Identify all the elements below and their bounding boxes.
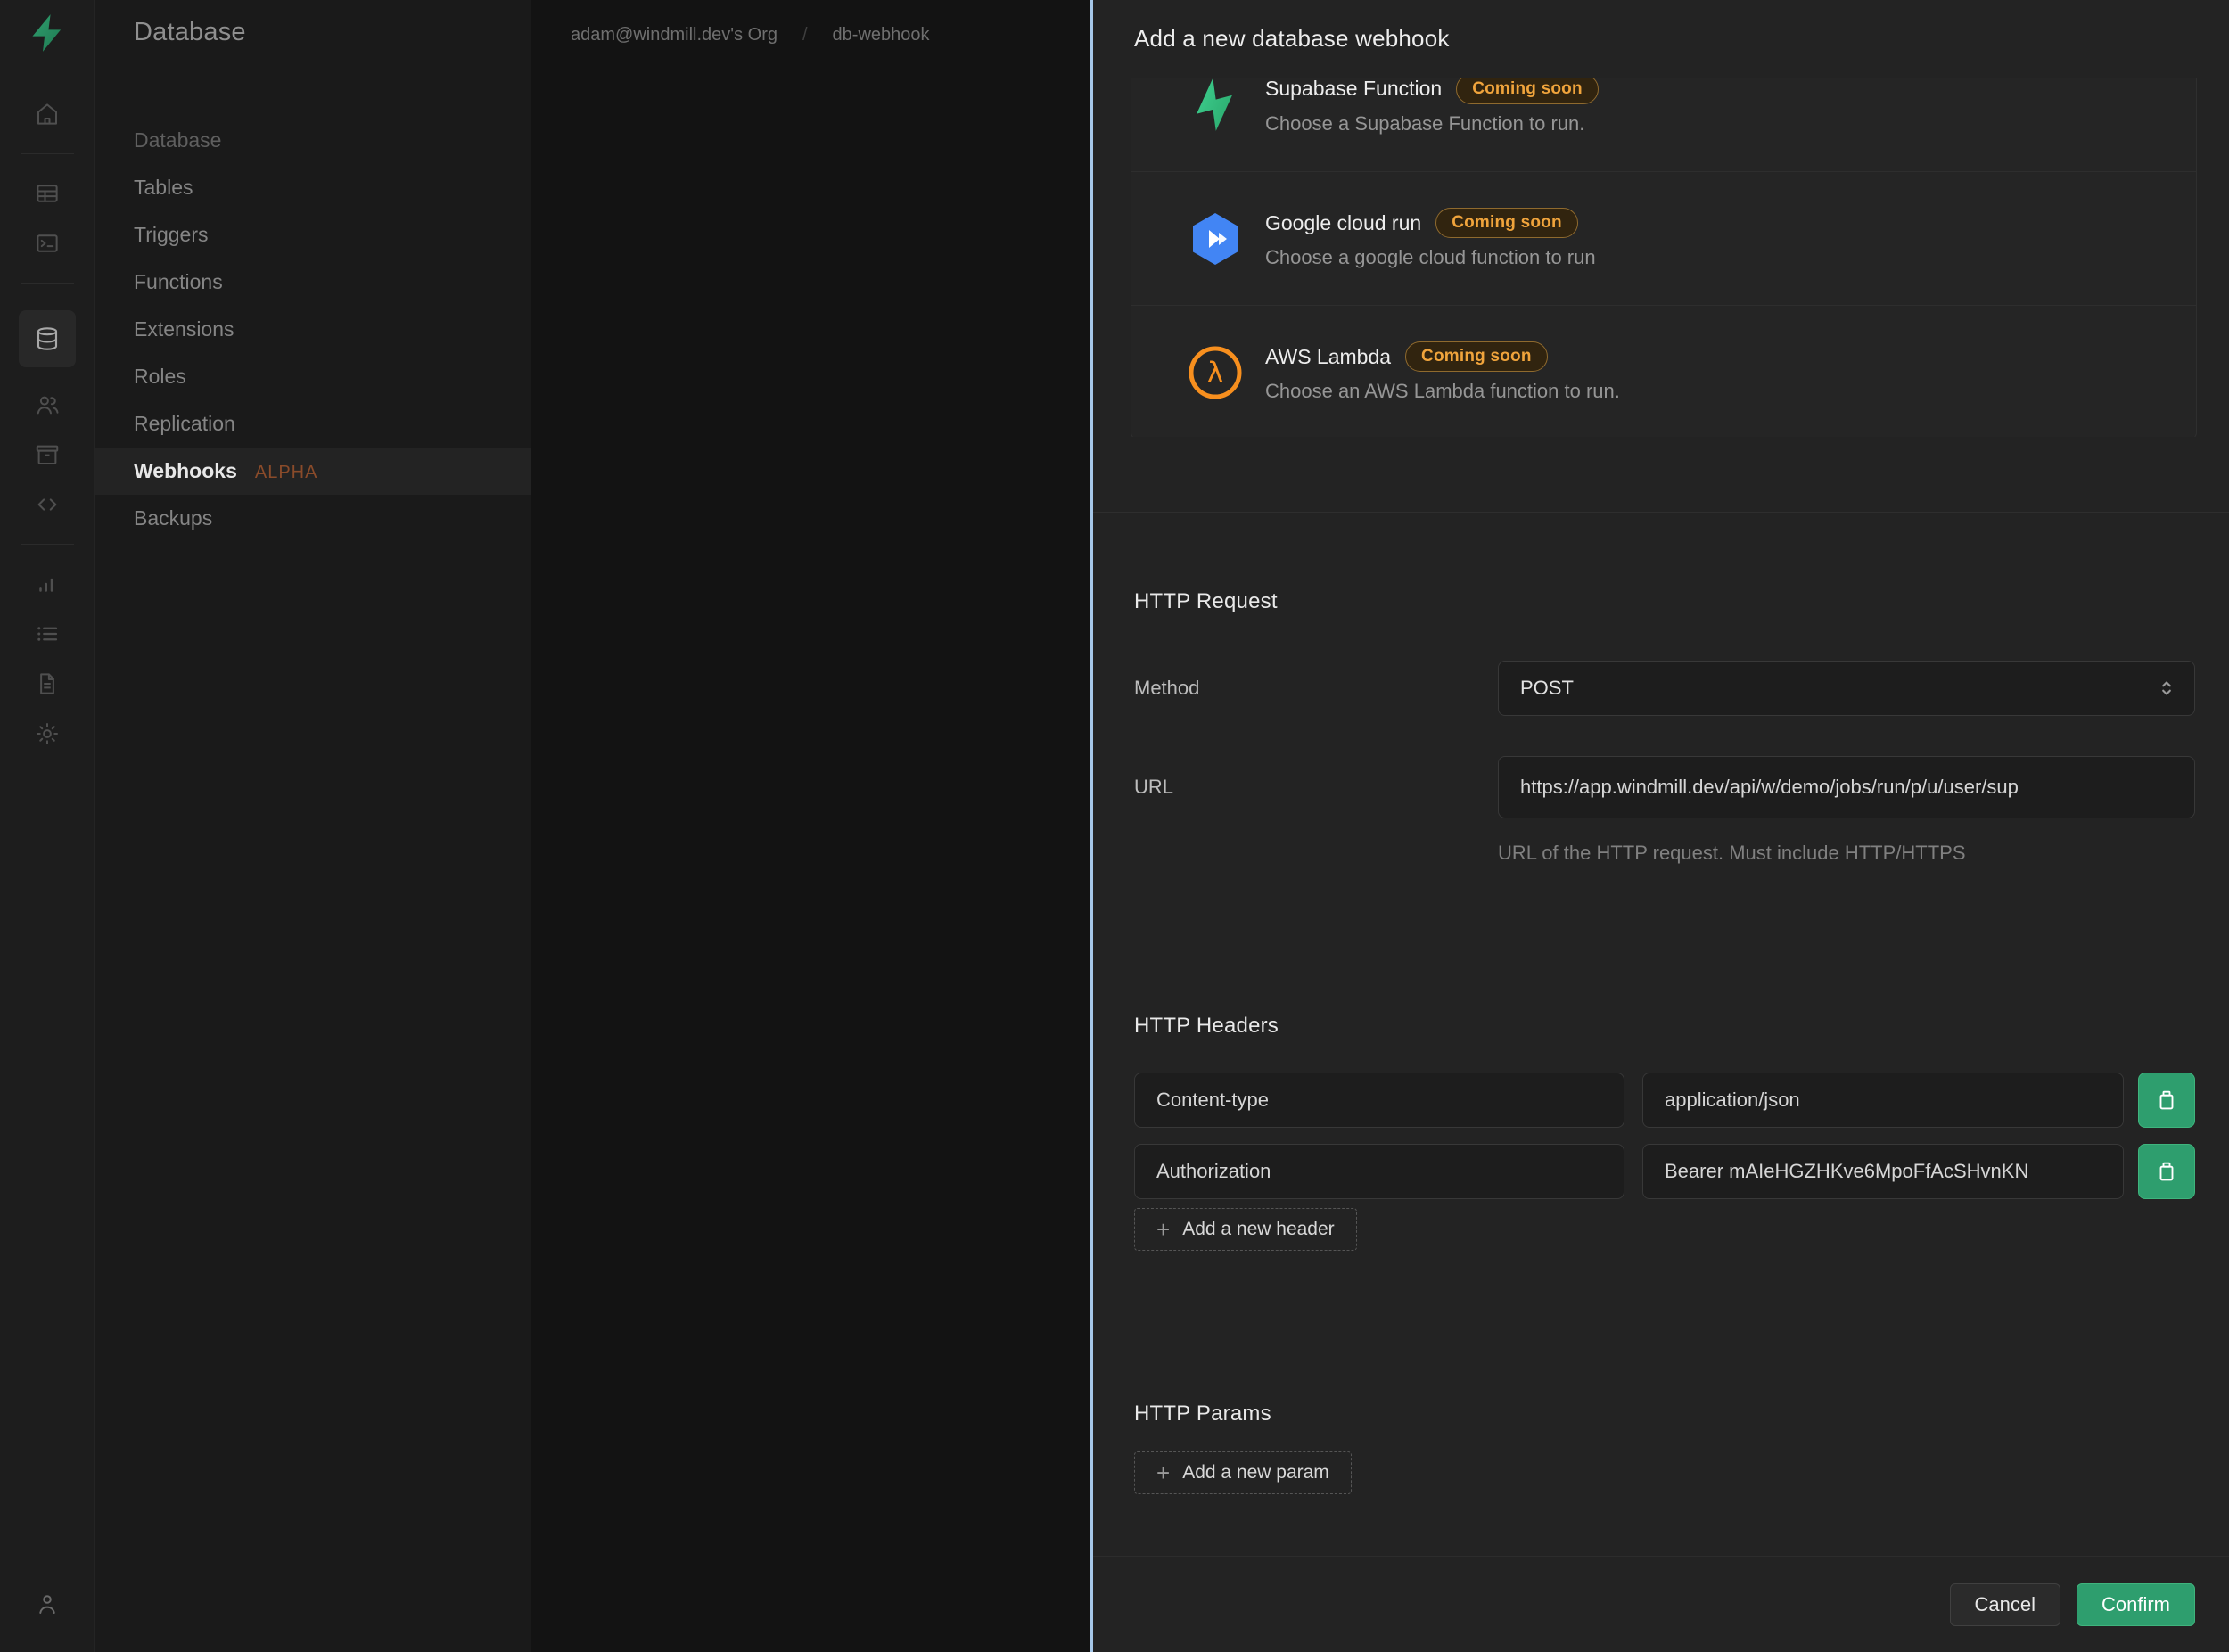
breadcrumb: adam@windmill.dev's Org / db-webhook: [531, 0, 1090, 45]
rail-divider: [20, 153, 74, 154]
coming-soon-badge: Coming soon: [1435, 208, 1578, 238]
docs-icon[interactable]: [28, 664, 67, 703]
header-value-input[interactable]: [1642, 1073, 2124, 1128]
option-description: Choose a google cloud function to run: [1265, 246, 1596, 268]
add-param-label: Add a new param: [1182, 1462, 1329, 1483]
sidebar-section-label: Database: [134, 128, 222, 152]
sidebar-item-functions[interactable]: Functions: [95, 259, 531, 306]
method-select[interactable]: POST: [1498, 661, 2195, 716]
breadcrumb-project[interactable]: db-webhook: [833, 25, 930, 45]
url-help-text: URL of the HTTP request. Must include HT…: [1498, 842, 1966, 864]
header-row: [1134, 1144, 2195, 1199]
plus-icon: +: [1156, 1459, 1171, 1486]
alpha-badge: ALPHA: [254, 463, 318, 482]
sidebar-item-backups[interactable]: Backups: [95, 495, 531, 542]
option-description: Choose an AWS Lambda function to run.: [1265, 380, 1620, 402]
rail-icon-nav: [18, 89, 76, 759]
add-param-button[interactable]: + Add a new param: [1134, 1451, 1352, 1494]
svg-text:λ: λ: [1207, 356, 1224, 390]
method-value: POST: [1520, 677, 1574, 699]
table-editor-icon[interactable]: [28, 174, 67, 213]
delete-header-button[interactable]: [2138, 1073, 2195, 1128]
add-header-button[interactable]: + Add a new header: [1134, 1208, 1357, 1251]
http-headers-title: HTTP Headers: [1134, 1014, 1279, 1038]
aws-lambda-icon: λ: [1187, 344, 1244, 401]
header-row: [1134, 1073, 2195, 1128]
option-supabase-function[interactable]: Supabase Function Coming soon Choose a S…: [1131, 78, 2196, 171]
google-cloud-run-icon: [1187, 210, 1244, 267]
confirm-button[interactable]: Confirm: [2076, 1582, 2195, 1626]
plus-icon: +: [1156, 1216, 1171, 1243]
option-title: AWS Lambda: [1265, 344, 1392, 368]
sidebar-item-extensions[interactable]: Extensions: [95, 306, 531, 353]
method-label: Method: [1134, 677, 1200, 699]
sql-editor-icon[interactable]: [28, 224, 67, 263]
sidebar-item-webhooks[interactable]: Webhooks ALPHA: [95, 448, 531, 495]
database-icon[interactable]: [18, 310, 76, 367]
auth-users-icon[interactable]: [28, 385, 67, 424]
cancel-button[interactable]: Cancel: [1949, 1582, 2060, 1626]
icon-rail: [0, 0, 95, 1652]
option-description: Choose a Supabase Function to run.: [1265, 111, 1585, 135]
sidebar-nav: Database Tables Triggers Functions Exten…: [95, 117, 531, 542]
webhook-type-list: Supabase Function Coming soon Choose a S…: [1093, 78, 2229, 437]
http-request-section: HTTP Request Method POST URL URL of the …: [1093, 513, 2229, 865]
webhook-type-card: Supabase Function Coming soon Choose a S…: [1131, 78, 2197, 437]
rail-divider: [20, 544, 74, 545]
option-google-cloud-run[interactable]: Google cloud run Coming soon Choose a go…: [1131, 171, 2196, 305]
add-webhook-panel: Add a new database webhook Supabase Func…: [1093, 0, 2229, 1652]
url-label: URL: [1134, 776, 1174, 798]
panel-title: Add a new database webhook: [1134, 25, 1450, 52]
sidebar-item-label: Webhooks: [134, 459, 237, 482]
edge-functions-icon[interactable]: [28, 485, 67, 524]
app-root: Database Database Tables Triggers Functi…: [0, 0, 2229, 1652]
http-params-title: HTTP Params: [1134, 1401, 1271, 1426]
http-request-title: HTTP Request: [1134, 589, 1278, 613]
logs-icon[interactable]: [28, 614, 67, 653]
rail-divider: [20, 283, 74, 284]
add-header-label: Add a new header: [1182, 1219, 1335, 1239]
database-sidebar: Database Database Tables Triggers Functi…: [95, 0, 531, 1652]
option-title: Google cloud run: [1265, 210, 1422, 234]
panel-footer: Cancel Confirm: [1093, 1556, 2229, 1652]
coming-soon-badge: Coming soon: [1456, 78, 1599, 104]
option-title: Supabase Function: [1265, 78, 1443, 100]
page-title: Database: [134, 18, 246, 46]
url-input[interactable]: [1498, 756, 2195, 818]
sidebar-item-replication[interactable]: Replication: [95, 400, 531, 448]
select-chevrons-icon: [2162, 681, 2171, 695]
header-value-input[interactable]: [1642, 1144, 2124, 1199]
sidebar-item-tables[interactable]: Tables: [95, 164, 531, 211]
main-app-dimmed: Database Database Tables Triggers Functi…: [0, 0, 1090, 1652]
delete-header-button[interactable]: [2138, 1144, 2195, 1199]
settings-gear-icon[interactable]: [28, 714, 67, 753]
supabase-logo-icon[interactable]: [27, 12, 68, 53]
main-content-area: adam@windmill.dev's Org / db-webhook: [531, 0, 1090, 1652]
panel-header: Add a new database webhook: [1093, 0, 2229, 78]
header-key-input[interactable]: [1134, 1144, 1624, 1199]
trash-icon: [2159, 1162, 2174, 1181]
trash-icon: [2159, 1090, 2174, 1110]
reports-icon[interactable]: [28, 564, 67, 604]
coming-soon-badge: Coming soon: [1405, 341, 1548, 372]
breadcrumb-org[interactable]: adam@windmill.dev's Org: [571, 25, 777, 45]
http-params-section: HTTP Params + Add a new param: [1093, 1319, 2229, 1494]
sidebar-item-triggers[interactable]: Triggers: [95, 211, 531, 259]
breadcrumb-separator: /: [802, 25, 808, 45]
home-icon[interactable]: [28, 95, 67, 134]
header-key-input[interactable]: [1134, 1073, 1624, 1128]
sidebar-item-roles[interactable]: Roles: [95, 353, 531, 400]
option-aws-lambda[interactable]: λ AWS Lambda Coming soon Choose an AWS L…: [1131, 305, 2196, 437]
supabase-bolt-icon: [1187, 78, 1244, 133]
http-headers-section: HTTP Headers + Add a new header: [1093, 933, 2229, 1251]
storage-icon[interactable]: [28, 435, 67, 474]
user-profile-icon[interactable]: [28, 1584, 67, 1623]
